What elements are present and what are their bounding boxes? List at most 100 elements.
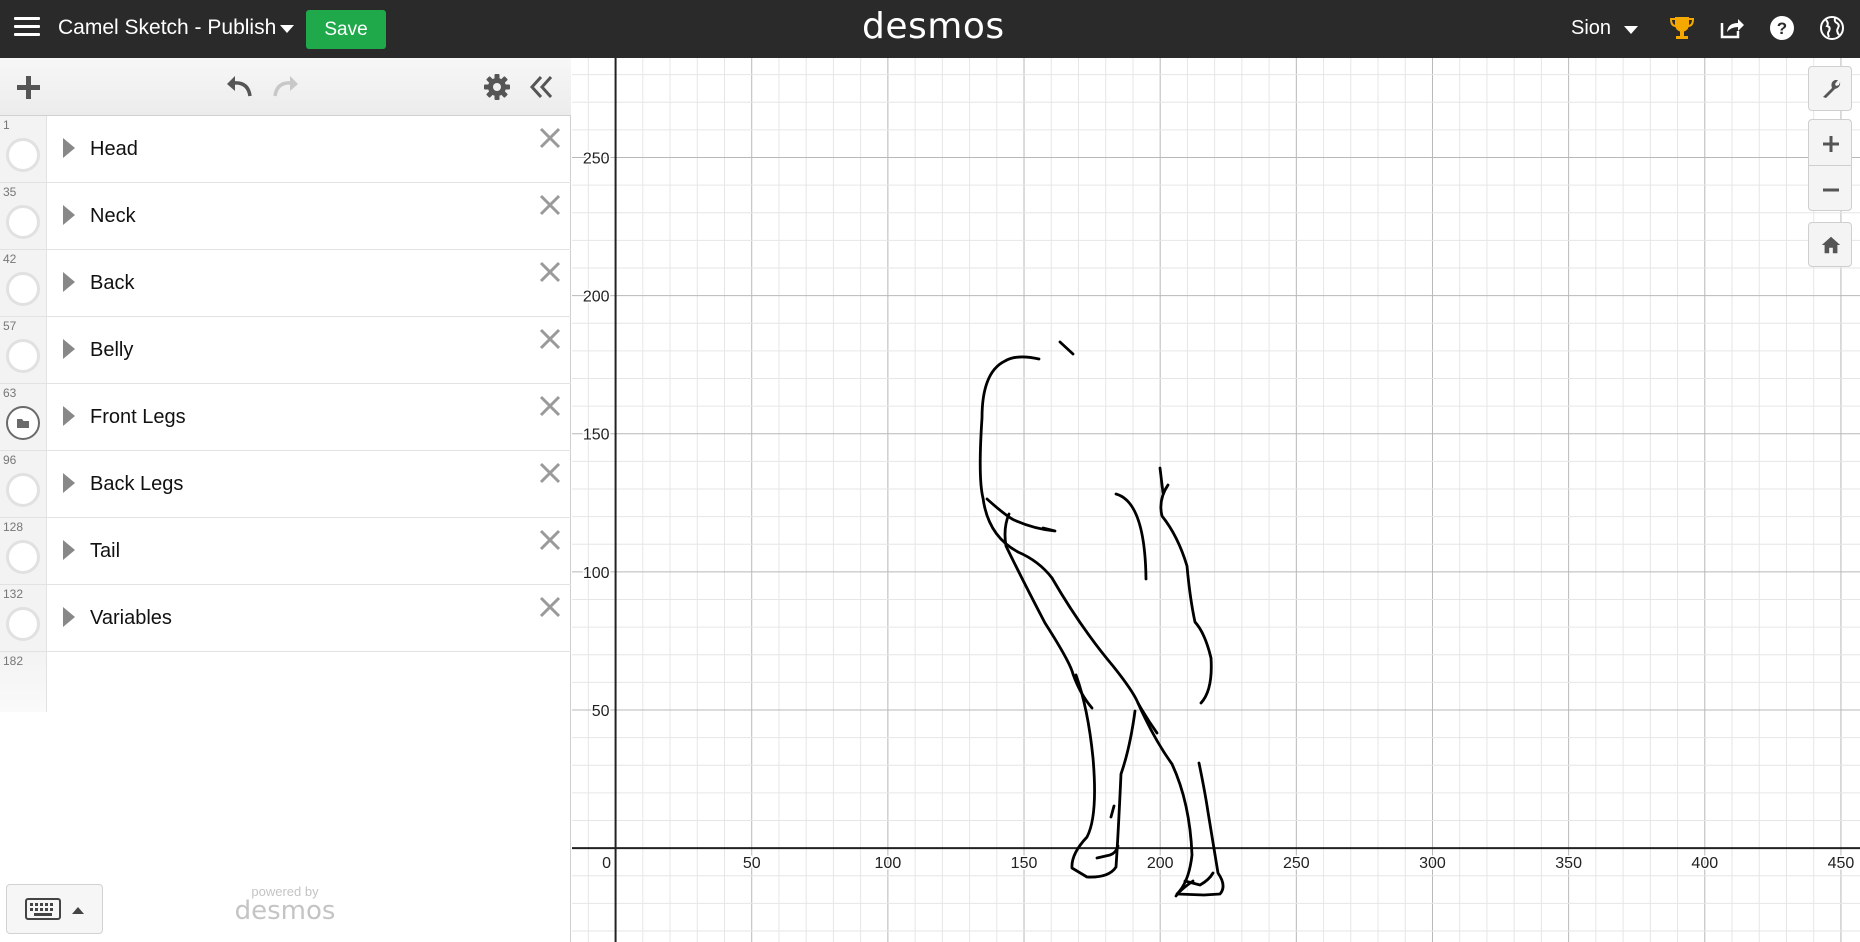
x-tick-label: 400 — [1691, 855, 1718, 872]
back-curve — [1114, 492, 1148, 581]
zoom-out-minus-icon[interactable] — [1821, 180, 1841, 200]
grid-lines — [572, 58, 1860, 942]
item-index: 182 — [3, 654, 24, 668]
delete-x-icon[interactable] — [538, 595, 562, 619]
visibility-circle-icon[interactable] — [6, 138, 40, 172]
graph-settings-button[interactable] — [1808, 66, 1852, 111]
folder-label: Neck — [90, 205, 136, 227]
keyboard-toggle-button[interactable] — [6, 884, 103, 934]
x-tick-label: 350 — [1555, 855, 1582, 872]
y-tick-label: 50 — [592, 703, 610, 720]
x-tick-label: 100 — [875, 855, 902, 872]
tail-curve — [1158, 466, 1213, 705]
camel-sketch-curves — [978, 340, 1225, 898]
expand-triangle-icon[interactable] — [63, 540, 75, 560]
origin-label: 0 — [602, 855, 611, 872]
expand-triangle-icon[interactable] — [63, 607, 75, 627]
wrench-icon — [1823, 80, 1841, 98]
top-bar: Camel Sketch - Publish Save desmos Sion … — [0, 0, 1860, 58]
hamburger-menu-icon[interactable] — [14, 17, 40, 39]
add-item-plus-icon[interactable] — [15, 74, 42, 101]
delete-x-icon[interactable] — [538, 528, 562, 552]
visibility-circle-icon[interactable] — [6, 339, 40, 373]
share-icon[interactable] — [1718, 14, 1746, 42]
item-index: 35 — [3, 185, 17, 199]
expression-item-back[interactable]: 42 Back — [0, 250, 571, 317]
item-index: 128 — [3, 520, 24, 534]
caret-up-icon — [72, 907, 84, 914]
x-tick-label: 250 — [1283, 855, 1310, 872]
item-index: 63 — [3, 386, 17, 400]
expression-item-head[interactable]: 1 Head — [0, 116, 571, 183]
item-index: 96 — [3, 453, 17, 467]
x-tick-label: 450 — [1828, 855, 1855, 872]
expression-item-variables[interactable]: 132 Variables — [0, 585, 571, 652]
expression-item-neck[interactable]: 35 Neck — [0, 183, 571, 250]
eye-mark — [1058, 340, 1075, 356]
expression-toolbar — [0, 58, 571, 116]
globe-icon[interactable] — [1818, 14, 1846, 42]
y-tick-label: 200 — [583, 289, 610, 306]
delete-x-icon[interactable] — [538, 394, 562, 418]
item-index: 42 — [3, 252, 17, 266]
delete-x-icon[interactable] — [538, 126, 562, 150]
item-index: 57 — [3, 319, 17, 333]
gear-icon[interactable] — [483, 73, 511, 101]
delete-x-icon[interactable] — [538, 461, 562, 485]
title-dropdown-caret-icon[interactable] — [280, 25, 294, 33]
visibility-circle-icon[interactable] — [6, 607, 40, 641]
folder-label: Belly — [90, 339, 134, 361]
new-expression-row[interactable]: 182 — [0, 652, 571, 712]
folder-label: Tail — [90, 540, 121, 562]
x-tick-label: 200 — [1147, 855, 1174, 872]
default-viewport-button[interactable] — [1808, 222, 1852, 267]
trophy-icon[interactable] — [1668, 14, 1696, 42]
zoom-in-plus-icon[interactable] — [1821, 134, 1841, 154]
visibility-circle-icon[interactable] — [6, 272, 40, 306]
expand-triangle-icon[interactable] — [63, 473, 75, 493]
y-tick-label: 250 — [583, 150, 610, 167]
expand-triangle-icon[interactable] — [63, 339, 75, 359]
graph-canvas[interactable]: 0 50 100 150 200 250 300 350 400 450 50 100 150 200 25… — [572, 58, 1860, 942]
axes — [572, 58, 1860, 942]
expand-triangle-icon[interactable] — [63, 205, 75, 225]
expand-triangle-icon[interactable] — [63, 272, 75, 292]
graph-title[interactable]: Camel Sketch - Publish — [58, 16, 276, 40]
x-tick-label: 300 — [1419, 855, 1446, 872]
redo-icon[interactable] — [271, 74, 301, 100]
expression-item-belly[interactable]: 57 Belly — [0, 317, 571, 384]
desmos-logo: desmos — [862, 6, 1005, 47]
expand-triangle-icon[interactable] — [63, 406, 75, 426]
save-button[interactable]: Save — [306, 10, 386, 49]
delete-x-icon[interactable] — [538, 260, 562, 284]
collapse-panel-double-chevron-icon[interactable] — [528, 74, 556, 100]
folder-icon[interactable] — [6, 406, 40, 440]
home-icon — [1821, 236, 1841, 254]
undo-icon[interactable] — [224, 74, 254, 100]
visibility-circle-icon[interactable] — [6, 205, 40, 239]
svg-text:?: ? — [1777, 19, 1787, 38]
expand-triangle-icon[interactable] — [63, 138, 75, 158]
graph-paper[interactable]: 0 50 100 150 200 250 300 350 400 450 50 100 150 200 25… — [572, 58, 1860, 942]
visibility-circle-icon[interactable] — [6, 540, 40, 574]
visibility-circle-icon[interactable] — [6, 473, 40, 507]
front-leg-2 — [1109, 804, 1116, 819]
front-leg-1 — [1070, 673, 1137, 879]
expression-item-tail[interactable]: 128 Tail — [0, 518, 571, 585]
folder-label: Variables — [90, 607, 172, 629]
keyboard-icon — [25, 898, 61, 920]
expression-item-back-legs[interactable]: 96 Back Legs — [0, 451, 571, 518]
help-icon[interactable]: ? — [1768, 14, 1796, 42]
zoom-controls — [1808, 119, 1852, 211]
user-menu[interactable]: Sion — [1571, 17, 1611, 40]
expression-item-front-legs[interactable]: 63 Front Legs — [0, 384, 571, 451]
delete-x-icon[interactable] — [538, 193, 562, 217]
delete-x-icon[interactable] — [538, 327, 562, 351]
user-dropdown-caret-icon[interactable] — [1624, 26, 1638, 34]
folder-label: Back — [90, 272, 135, 294]
powered-by-desmos: powered by desmos — [234, 884, 336, 926]
folder-label: Front Legs — [90, 406, 186, 428]
item-index: 1 — [3, 118, 10, 132]
powered-by-logo: desmos — [234, 896, 336, 926]
expression-panel: 1 Head 35 Neck 42 Back 57 Belly 63 Front… — [0, 58, 571, 942]
